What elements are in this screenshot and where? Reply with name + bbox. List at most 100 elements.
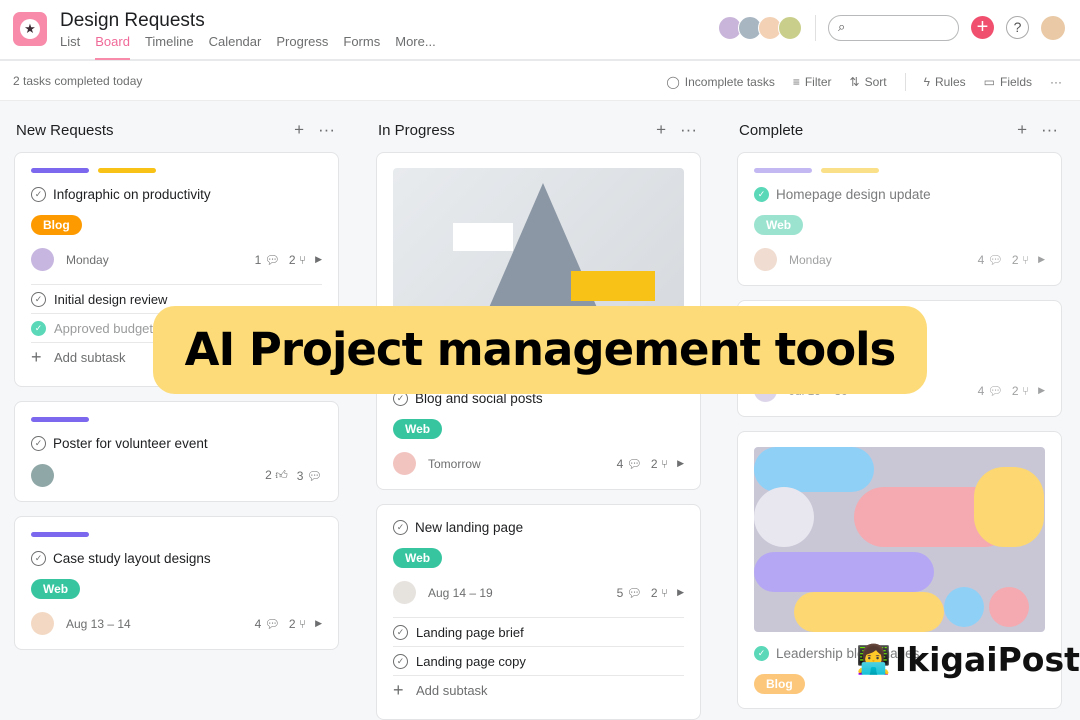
subtasks-icon: ⑂ — [295, 616, 307, 631]
check-circle-icon[interactable]: ✓ — [393, 624, 408, 640]
assignee-avatar[interactable] — [31, 464, 54, 487]
subtask-label: Landing page brief — [416, 624, 524, 640]
more-icon[interactable]: ··· — [680, 120, 697, 140]
column-title: New Requests — [16, 121, 114, 139]
add-task-icon[interactable]: + — [294, 120, 304, 140]
search-input[interactable]: ⌕ — [828, 15, 959, 41]
completed-check-icon[interactable]: ✓ — [754, 646, 769, 661]
task-meta: Tomorrow 4 💬︎ 2 ⑂ ▶ — [393, 452, 684, 475]
comments: 3 💬︎ — [297, 469, 322, 483]
subtask-label: Initial design review — [54, 291, 168, 307]
plus-icon: + — [393, 680, 404, 700]
label-bar — [754, 168, 812, 173]
more-options-button[interactable]: ··· — [1050, 75, 1062, 89]
due-date: Tomorrow — [428, 456, 481, 471]
subtask-item[interactable]: ✓ Landing page copy — [393, 647, 684, 676]
expand-subtasks-icon[interactable]: ▶ — [1038, 254, 1045, 265]
filter-button[interactable]: ≡ Filter — [793, 75, 832, 89]
subtasks-count: 2 — [650, 585, 658, 600]
color-bars — [31, 532, 322, 537]
plus-icon: + — [31, 347, 42, 367]
sort-button[interactable]: ⇅ Sort — [850, 75, 887, 89]
assignee-avatar[interactable] — [754, 248, 777, 271]
task-card[interactable]: ✓ Case study layout designs Web Aug 13 – 14… — [14, 516, 339, 650]
assignee-avatar[interactable] — [393, 581, 416, 604]
tab-board[interactable]: Board — [95, 34, 130, 60]
expand-subtasks-icon[interactable]: ▶ — [1038, 385, 1045, 396]
button-label: Incomplete tasks — [684, 75, 775, 89]
check-circle-icon[interactable]: ✓ — [393, 520, 408, 535]
watermark: 👩‍💻 IkigaiPost — [856, 640, 1080, 679]
expand-subtasks-icon[interactable]: ▶ — [677, 587, 684, 598]
incomplete-tasks-button[interactable]: ◯ Incomplete tasks — [666, 75, 774, 89]
subtasks-count: 2 — [288, 252, 296, 267]
filter-icon: ≡ — [792, 75, 800, 89]
check-circle-icon[interactable]: ✓ — [31, 187, 46, 202]
assignee-avatar[interactable] — [393, 452, 416, 475]
task-meta: 2 👍︎ 3 💬︎ — [31, 464, 322, 487]
tab-list[interactable]: List — [60, 34, 80, 60]
column-title: In Progress — [378, 121, 455, 139]
column-actions: + ··· — [294, 120, 335, 140]
check-circle-icon[interactable]: ✓ — [31, 436, 46, 451]
add-subtask-button[interactable]: + Add subtask — [393, 676, 684, 705]
label-bar — [98, 168, 156, 173]
task-title: Poster for volunteer event — [53, 436, 208, 451]
due-date: Aug 13 – 14 — [66, 616, 131, 631]
comments-icon: 💬︎ — [623, 585, 642, 600]
task-card[interactable]: ✓ Homepage design update Web Monday 4 💬︎ 2 ⑂ ▶ — [737, 152, 1062, 286]
completed-check-icon[interactable]: ✓ — [754, 187, 769, 202]
expand-subtasks-icon[interactable]: ▶ — [315, 618, 322, 629]
task-meta: Monday 1 💬︎ 2 ⑂ ▶ — [31, 248, 322, 271]
assignee-avatar[interactable] — [31, 612, 54, 635]
project-members[interactable] — [718, 16, 802, 40]
app-header: ★ Design Requests List Board Timeline Calen… — [0, 0, 1080, 61]
project-logo[interactable]: ★ — [13, 12, 47, 46]
subtasks-icon: ⑂ — [1018, 383, 1030, 398]
task-title-row: ✓ Poster for volunteer event — [31, 436, 322, 451]
check-circle-icon[interactable]: ✓ — [31, 551, 46, 566]
column-actions: + ··· — [1017, 120, 1058, 140]
member-avatar[interactable] — [778, 16, 802, 40]
fields-button[interactable]: ▭ Fields — [984, 75, 1032, 89]
tab-more[interactable]: More... — [395, 34, 435, 60]
subtasks-count: 2 — [288, 616, 296, 631]
check-circle-icon[interactable]: ✓ — [31, 291, 46, 307]
user-avatar[interactable] — [1041, 16, 1065, 40]
check-circle-icon[interactable]: ✓ — [393, 653, 408, 669]
tag-badge: Web — [31, 579, 81, 599]
task-meta: Aug 13 – 14 4 💬︎ 2 ⑂ ▶ — [31, 612, 322, 635]
tab-timeline[interactable]: Timeline — [145, 34, 194, 60]
fields-icon: ▭ — [983, 75, 995, 89]
tab-forms[interactable]: Forms — [343, 34, 380, 60]
add-task-icon[interactable]: + — [1017, 120, 1027, 140]
more-icon[interactable]: ··· — [318, 120, 335, 140]
check-circle-icon: ◯ — [666, 75, 680, 89]
completed-check-icon[interactable]: ✓ — [31, 320, 46, 336]
add-subtask-label: Add subtask — [416, 683, 488, 698]
expand-subtasks-icon[interactable]: ▶ — [677, 458, 684, 469]
subtasks: 2 ⑂ — [651, 586, 668, 600]
task-title: Infographic on productivity — [53, 187, 211, 202]
subtask-item[interactable]: ✓ Landing page brief — [393, 618, 684, 647]
rules-button[interactable]: ϟ Rules — [924, 75, 966, 89]
expand-subtasks-icon[interactable]: ▶ — [315, 254, 322, 265]
tab-progress[interactable]: Progress — [276, 34, 328, 60]
task-card[interactable]: ✓ Poster for volunteer event 2 👍︎ 3 💬︎ — [14, 401, 339, 502]
task-title: New landing page — [415, 520, 524, 535]
sort-icon: ⇅ — [849, 75, 860, 89]
search-icon: ⌕ — [838, 19, 846, 34]
due-date: Monday — [66, 252, 109, 267]
quick-add-button[interactable]: + — [971, 16, 994, 39]
task-card[interactable]: ✓ New landing page Web Aug 14 – 19 5 💬︎ 2 ⑂ ▶ ✓… — [376, 504, 701, 720]
add-task-icon[interactable]: + — [656, 120, 666, 140]
comments: 4 💬︎ — [255, 617, 280, 631]
likes-icon: 👍︎ — [271, 468, 288, 482]
assignee-avatar[interactable] — [31, 248, 54, 271]
subtasks-icon: ⑂ — [295, 252, 307, 267]
tab-calendar[interactable]: Calendar — [209, 34, 262, 60]
likes-count: 2 — [265, 468, 272, 482]
help-button[interactable]: ? — [1006, 16, 1029, 39]
subtasks-count: 2 — [1011, 252, 1019, 267]
more-icon[interactable]: ··· — [1041, 120, 1058, 140]
